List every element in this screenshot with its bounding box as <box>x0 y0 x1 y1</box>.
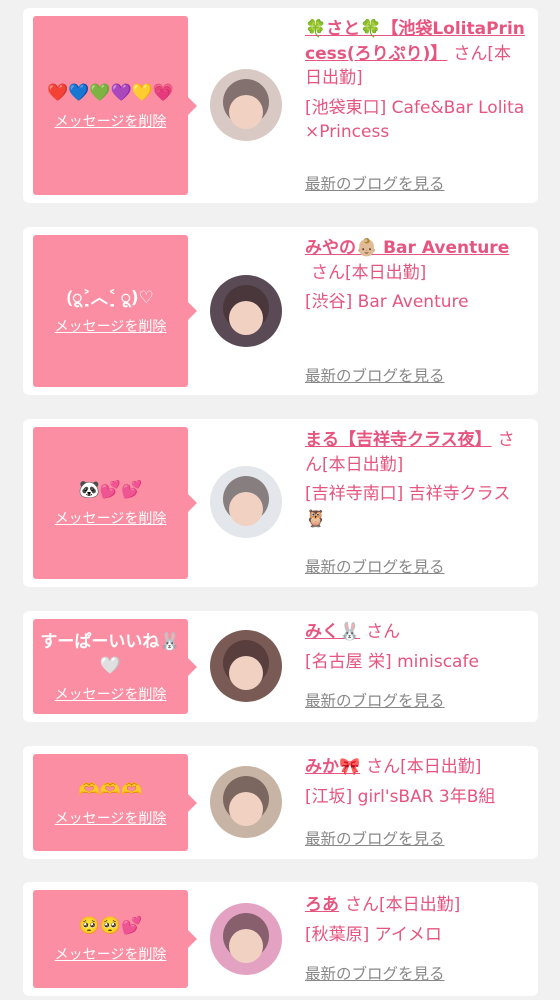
message-bubble: ❤️💙💚💜💛💗 メッセージを削除 <box>33 16 197 195</box>
cast-info: みか🎀 さん[本日出勤] [江坂] girl'sBAR 3年B組 <box>305 755 527 809</box>
latest-blog-link[interactable]: 最新のブログを見る <box>305 555 445 577</box>
message-text: 🫶🫶🫶 <box>78 779 143 800</box>
suffix-text: さん <box>311 262 345 283</box>
delete-message-link[interactable]: メッセージを削除 <box>55 944 167 964</box>
avatar[interactable] <box>210 69 282 141</box>
message-text: すーぱーいいね🐰🤍 <box>40 631 181 676</box>
message-card: ❤️💙💚💜💛💗 メッセージを削除 🍀さと🍀【池袋LolitaPrincess(ろ… <box>23 8 538 203</box>
cast-info: みく🐰 さん [名古屋 栄] miniscafe <box>305 620 527 674</box>
suffix-text: さん <box>366 757 401 777</box>
cast-info: 🍀さと🍀【池袋LolitaPrincess(ろりぷり)】 さん[本日出勤] [池袋… <box>305 17 527 145</box>
message-card: 🐼💕💕 メッセージを削除 まる【吉祥寺クラス夜】 さん[本日出勤] [吉祥寺南口]… <box>23 419 538 587</box>
message-card: (ू˃̣̣̣̣̣̣︿˂̣̣̣̣̣̣ ू)♡ メッセージを削除 みやの👶🏼 Bar… <box>23 227 538 395</box>
cast-info: まる【吉祥寺クラス夜】 さん[本日出勤] [吉祥寺南口] 吉祥寺クラス🦉 <box>305 428 527 531</box>
latest-blog-link[interactable]: 最新のブログを見る <box>305 827 445 849</box>
message-card: 🫶🫶🫶 メッセージを削除 みか🎀 さん[本日出勤] [江坂] girl'sBAR … <box>23 746 538 859</box>
avatar[interactable] <box>210 630 282 702</box>
message-text: (ू˃̣̣̣̣̣̣︿˂̣̣̣̣̣̣ ू)♡ <box>67 288 154 308</box>
shop-text: [吉祥寺南口] 吉祥寺クラス🦉 <box>305 484 511 529</box>
latest-blog-link[interactable]: 最新のブログを見る <box>305 689 445 711</box>
shop-text: [渋谷] Bar Aventure <box>305 292 469 312</box>
shop-text: [秋葉原] アイメロ <box>305 924 442 945</box>
suffix-text: さん <box>453 43 488 64</box>
cast-info: みやの👶🏼 Bar Aventure さん[本日出勤] [渋谷] Bar Aven… <box>305 236 527 315</box>
avatar[interactable] <box>210 466 282 538</box>
avatar[interactable] <box>210 766 282 838</box>
message-card: 🥺🥺💕 メッセージを削除 ろあ さん[本日出勤] [秋葉原] アイメロ 最新のブロ… <box>23 882 538 996</box>
cast-name-link[interactable]: みく🐰 <box>305 622 360 642</box>
message-card: すーぱーいいね🐰🤍 メッセージを削除 みく🐰 さん [名古屋 栄] minisca… <box>23 611 538 722</box>
message-text: ❤️💙💚💜💛💗 <box>46 82 174 103</box>
status-text: [本日出勤] <box>379 895 461 915</box>
cast-name-link[interactable]: ろあ <box>305 895 339 915</box>
message-bubble: 🐼💕💕 メッセージを削除 <box>33 427 197 579</box>
delete-message-link[interactable]: メッセージを削除 <box>55 111 167 131</box>
cast-name-link[interactable]: まる【吉祥寺クラス夜】 <box>305 430 492 450</box>
suffix-text: さん <box>345 895 379 915</box>
message-text: 🥺🥺💕 <box>78 916 143 936</box>
status-text: [本日出勤] <box>322 454 404 475</box>
cast-name-link[interactable]: みやの👶🏼 Bar Aventure <box>305 238 509 258</box>
avatar[interactable] <box>210 903 282 975</box>
status-text: [本日出勤] <box>345 262 427 283</box>
status-text: [本日出勤] <box>400 757 482 777</box>
message-bubble: すーぱーいいね🐰🤍 メッセージを削除 <box>33 619 197 714</box>
cast-info: ろあ さん[本日出勤] [秋葉原] アイメロ <box>305 893 527 947</box>
latest-blog-link[interactable]: 最新のブログを見る <box>305 962 445 984</box>
cast-name-link[interactable]: みか🎀 <box>305 757 360 777</box>
shop-text: [名古屋 栄] miniscafe <box>305 651 479 672</box>
message-bubble: (ू˃̣̣̣̣̣̣︿˂̣̣̣̣̣̣ ू)♡ メッセージを削除 <box>33 235 197 387</box>
shop-text: [池袋東口] Cafe&Bar Lolita×Princess <box>305 97 525 143</box>
message-bubble: 🫶🫶🫶 メッセージを削除 <box>33 754 197 851</box>
delete-message-link[interactable]: メッセージを削除 <box>55 684 167 704</box>
avatar[interactable] <box>210 275 282 347</box>
message-text: 🐼💕💕 <box>78 480 143 500</box>
message-bubble: 🥺🥺💕 メッセージを削除 <box>33 890 197 988</box>
latest-blog-link[interactable]: 最新のブログを見る <box>305 364 445 386</box>
delete-message-link[interactable]: メッセージを削除 <box>55 316 167 336</box>
suffix-text: さん <box>366 622 401 642</box>
delete-message-link[interactable]: メッセージを削除 <box>55 508 167 528</box>
delete-message-link[interactable]: メッセージを削除 <box>55 808 167 828</box>
shop-text: [江坂] girl'sBAR 3年B組 <box>305 786 496 807</box>
latest-blog-link[interactable]: 最新のブログを見る <box>305 172 445 194</box>
message-list: ❤️💙💚💜💛💗 メッセージを削除 🍀さと🍀【池袋LolitaPrincess(ろ… <box>0 0 560 1000</box>
